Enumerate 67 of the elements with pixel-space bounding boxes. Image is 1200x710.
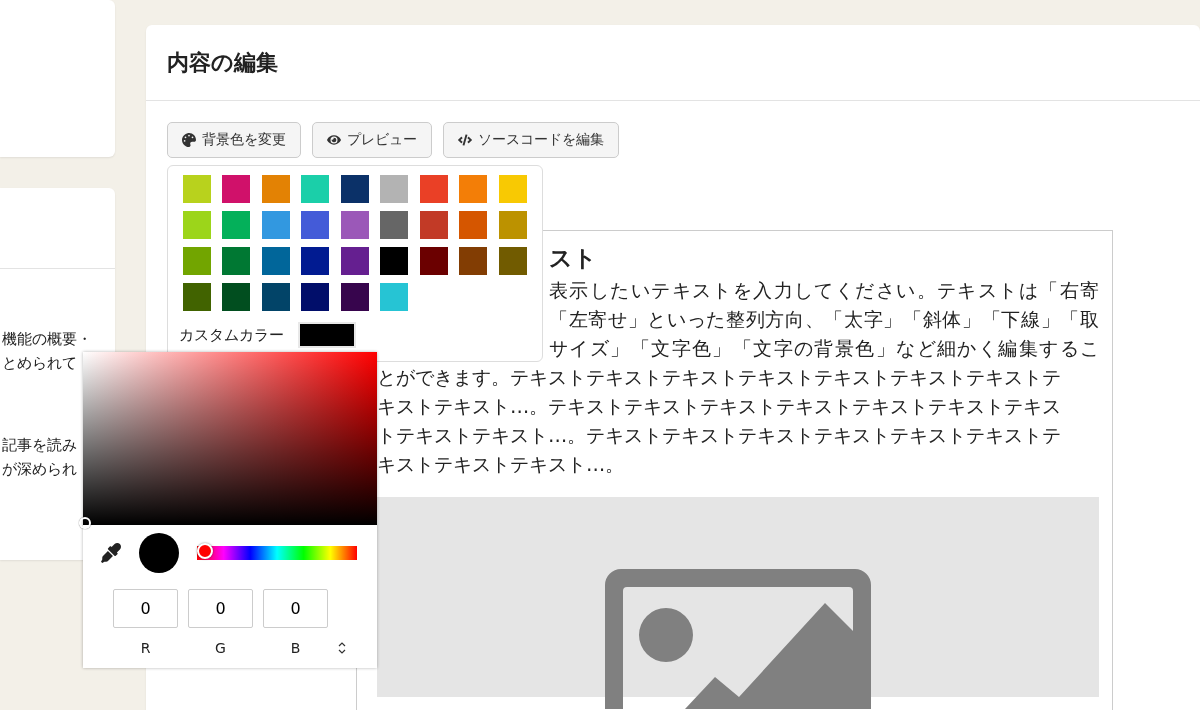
color-swatch[interactable] xyxy=(301,211,330,239)
body-text: 「左寄せ」といった整列方向、「太字」「斜体」「下線」「取 xyxy=(549,307,1099,333)
channel-input[interactable]: 0 xyxy=(263,589,328,628)
color-swatch[interactable] xyxy=(499,211,527,239)
color-swatch[interactable] xyxy=(262,211,290,239)
color-swatch[interactable] xyxy=(301,247,330,275)
color-swatch[interactable] xyxy=(459,175,488,203)
eye-icon xyxy=(327,133,341,147)
editor-title: 内容の編集 xyxy=(167,48,278,77)
hue-thumb[interactable] xyxy=(197,543,213,559)
color-swatch[interactable] xyxy=(222,211,251,239)
color-swatch[interactable] xyxy=(341,211,369,239)
color-swatch[interactable] xyxy=(420,175,448,203)
side-text: 記事を読み xyxy=(2,435,78,456)
color-swatch[interactable] xyxy=(420,247,448,275)
color-preview xyxy=(139,533,179,573)
color-swatch[interactable] xyxy=(183,175,211,203)
palette-icon xyxy=(182,133,196,147)
color-swatch[interactable] xyxy=(183,211,211,239)
color-swatch[interactable] xyxy=(499,247,527,275)
color-swatch[interactable] xyxy=(301,175,330,203)
color-swatch[interactable] xyxy=(341,175,369,203)
body-text: キストテキストテキスト…。 xyxy=(377,453,625,476)
color-swatch[interactable] xyxy=(499,175,527,203)
hue-slider[interactable] xyxy=(197,543,357,563)
channel-label: G xyxy=(214,640,227,656)
toolbar-button[interactable]: プレビュー xyxy=(312,122,432,158)
body-text: 表示したいテキストを入力してください。テキストは「右寄 xyxy=(549,278,1099,304)
body-text: キストテキスト…。テキストテキストテキストテキストテキストテキストテキス xyxy=(377,395,1062,418)
color-swatch[interactable] xyxy=(183,247,211,275)
color-swatch[interactable] xyxy=(262,175,290,203)
content-heading: スト xyxy=(549,244,597,273)
channel-input[interactable]: 0 xyxy=(113,589,178,628)
side-text: 機能の概要・ xyxy=(2,329,93,350)
side-text: とめられて xyxy=(2,353,78,374)
color-swatch[interactable] xyxy=(380,211,409,239)
color-swatch[interactable] xyxy=(262,247,290,275)
color-swatch[interactable] xyxy=(380,247,409,275)
channel-input[interactable]: 0 xyxy=(188,589,253,628)
toolbar-button[interactable]: ソースコードを編集 xyxy=(443,122,619,158)
side-text: が深められ xyxy=(2,459,78,480)
channel-label: B xyxy=(289,640,302,656)
image-icon xyxy=(605,569,871,709)
color-swatch[interactable] xyxy=(183,283,211,311)
color-swatch[interactable] xyxy=(222,283,251,311)
color-swatch[interactable] xyxy=(420,211,448,239)
body-text: サイズ」「文字色」「文字の背景色」など細かく編集するこ xyxy=(549,336,1099,362)
color-swatch[interactable] xyxy=(341,283,369,311)
picker-handle[interactable] xyxy=(79,517,91,529)
color-swatch[interactable] xyxy=(222,175,251,203)
code-icon xyxy=(458,133,472,147)
color-swatch[interactable] xyxy=(341,247,369,275)
color-swatch[interactable] xyxy=(262,283,290,311)
eyedropper-icon[interactable] xyxy=(101,543,121,563)
custom-color-label: カスタムカラー xyxy=(179,325,284,345)
custom-color-swatch[interactable] xyxy=(298,322,356,348)
color-swatch[interactable] xyxy=(380,283,409,311)
color-swatch[interactable] xyxy=(459,247,488,275)
color-swatch[interactable] xyxy=(380,175,409,203)
color-swatch[interactable] xyxy=(301,283,330,311)
color-swatch[interactable] xyxy=(459,211,488,239)
color-swatch[interactable] xyxy=(222,247,251,275)
toggle-icon[interactable] xyxy=(338,642,346,654)
toolbar-button[interactable]: 背景色を変更 xyxy=(167,122,301,158)
body-text: とができます。テキストテキストテキストテキストテキストテキストテキストテ xyxy=(377,366,1061,389)
body-text: トテキストテキスト…。テキストテキストテキストテキストテキストテキストテ xyxy=(377,424,1062,447)
channel-label: R xyxy=(139,640,152,656)
